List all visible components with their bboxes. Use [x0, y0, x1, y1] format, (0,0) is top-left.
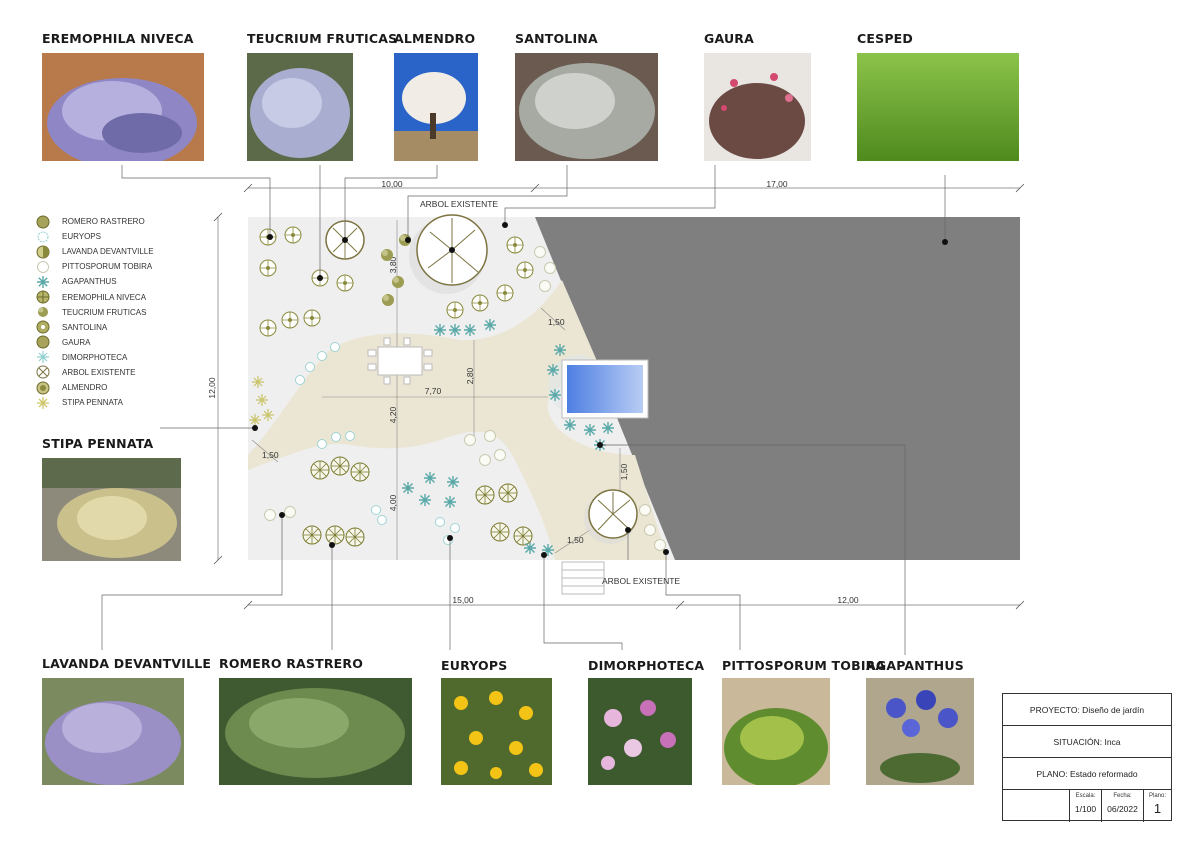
- dim-path-vertical-c: 4,00: [388, 494, 398, 511]
- photo-cesped: [857, 53, 1019, 161]
- garden-table: [377, 346, 423, 376]
- romero-icon: [36, 215, 50, 229]
- legend-label: ALMENDRO: [62, 383, 108, 393]
- legend-item: ARBOL EXISTENTE: [36, 365, 236, 380]
- almendro-icon: [36, 381, 50, 395]
- title-block-plano: PLANO: Estado reformado: [1003, 758, 1171, 790]
- agapanthus-icon: [37, 275, 49, 288]
- photo-santolina: [515, 53, 658, 161]
- pittosporum-icon: [37, 260, 49, 273]
- photo-agapanthus: [866, 678, 974, 785]
- legend-label: EREMOPHILA NIVECA: [62, 292, 147, 302]
- legend-label: DIMORPHOTECA: [62, 352, 128, 362]
- title-block-plano-num: Plano: 1: [1143, 790, 1171, 822]
- dim-path-vertical-a: 2,80: [465, 367, 475, 384]
- photo-dimorphoteca: [588, 678, 692, 785]
- dim-offset-a: 1,50: [548, 317, 565, 327]
- legend-label: PITTOSPORUM TOBIRA: [62, 262, 153, 272]
- arbol-existente-bottom-label: ARBOL EXISTENTE: [602, 576, 680, 586]
- legend-item: PITTOSPORUM TOBIRA: [36, 259, 236, 274]
- gaura-icon: [36, 335, 50, 349]
- arbol-existente-top-label: ARBOL EXISTENTE: [420, 199, 498, 209]
- dimorphoteca-icon: [37, 351, 49, 364]
- title-block-situacion: SITUACIÓN: Inca: [1003, 726, 1171, 758]
- legend-label: SANTOLINA: [62, 322, 108, 332]
- plant-title-cesped: CESPED: [857, 31, 913, 46]
- dim-path-vertical-b: 4,20: [388, 406, 398, 423]
- title-block-fecha: Fecha: 06/2022: [1101, 790, 1143, 822]
- plant-title-santolina: SANTOLINA: [515, 31, 598, 46]
- plant-title-gaura: GAURA: [704, 31, 754, 46]
- lavanda-icon: [36, 245, 50, 259]
- legend-label: TEUCRIUM FRUTICAS: [62, 307, 147, 317]
- stipa-icon: [37, 396, 49, 409]
- garden-steps: [561, 561, 605, 595]
- dim-offset-d: 1,50: [567, 535, 584, 545]
- photo-euryops: [441, 678, 552, 785]
- dim-top-right: 17,00: [766, 179, 788, 189]
- legend-label: STIPA PENNATA: [62, 398, 123, 408]
- plant-title-teucrium: TEUCRIUM FRUTICAS: [247, 31, 398, 46]
- legend-item: ROMERO RASTRERO: [36, 214, 236, 229]
- dim-bottom-right: 12,00: [837, 595, 859, 605]
- arbol-icon: [36, 365, 50, 379]
- legend-label: ROMERO RASTRERO: [62, 217, 145, 227]
- legend-item: ALMENDRO: [36, 380, 236, 395]
- legend-label: GAURA: [62, 337, 91, 347]
- photo-eremophila: [42, 53, 204, 161]
- plant-title-pittosporum: PITTOSPORUM TOBIRA: [722, 658, 886, 673]
- legend-item: AGAPANTHUS: [36, 274, 236, 289]
- legend-item: SANTOLINA: [36, 320, 236, 335]
- photo-lavanda: [42, 678, 184, 785]
- legend-label: EURYOPS: [62, 232, 101, 242]
- photo-pittosporum: [722, 678, 830, 785]
- dim-top-left: 10,00: [381, 179, 403, 189]
- dim-offset-c: 1,50: [619, 463, 629, 480]
- title-block-escala: Escala: 1/100: [1069, 790, 1101, 822]
- photo-almendro: [394, 53, 478, 161]
- title-block: PROYECTO: Diseño de jardín SITUACIÓN: In…: [1002, 693, 1172, 822]
- legend-label: LAVANDA DEVANTVILLE: [62, 247, 154, 257]
- photo-romero: [219, 678, 412, 785]
- teucrium-icon: [38, 307, 48, 318]
- legend-item: STIPA PENNATA: [36, 395, 236, 410]
- plant-title-almendro: ALMENDRO: [394, 31, 476, 46]
- plant-title-eremophila: EREMOPHILA NIVECA: [42, 31, 194, 46]
- plant-title-stipa: STIPA PENNATA: [42, 436, 154, 451]
- dim-bottom-left: 15,00: [452, 595, 474, 605]
- legend-item: DIMORPHOTECA: [36, 350, 236, 365]
- plant-title-romero: ROMERO RASTRERO: [219, 656, 364, 671]
- eremophila-icon: [36, 290, 50, 304]
- photo-gaura: [704, 53, 811, 161]
- santolina-icon: [36, 320, 50, 334]
- legend-item: LAVANDA DEVANTVILLE: [36, 244, 236, 259]
- legend-item: EREMOPHILA NIVECA: [36, 289, 236, 304]
- plant-title-lavanda: LAVANDA DEVANTVILLE: [42, 656, 212, 671]
- legend-item: EURYOPS: [36, 229, 236, 244]
- plant-title-agapanthus: AGAPANTHUS: [866, 658, 964, 673]
- plant-legend: ROMERO RASTRERO EURYOPS LAVANDA DEVANTVILL…: [36, 214, 236, 410]
- plant-title-euryops: EURYOPS: [441, 658, 508, 673]
- legend-item: GAURA: [36, 335, 236, 350]
- legend-item: TEUCRIUM FRUTICAS: [36, 305, 236, 320]
- dim-path-width: 7,70: [425, 386, 442, 396]
- euryops-icon: [37, 231, 49, 243]
- dim-offset-b: 1,50: [262, 450, 279, 460]
- plant-title-dimorphoteca: DIMORPHOTECA: [588, 658, 705, 673]
- photo-teucrium: [247, 53, 353, 161]
- title-block-proyecto: PROYECTO: Diseño de jardín: [1003, 694, 1171, 726]
- legend-label: AGAPANTHUS: [62, 277, 117, 287]
- legend-label: ARBOL EXISTENTE: [62, 367, 136, 377]
- photo-stipa: [42, 458, 181, 561]
